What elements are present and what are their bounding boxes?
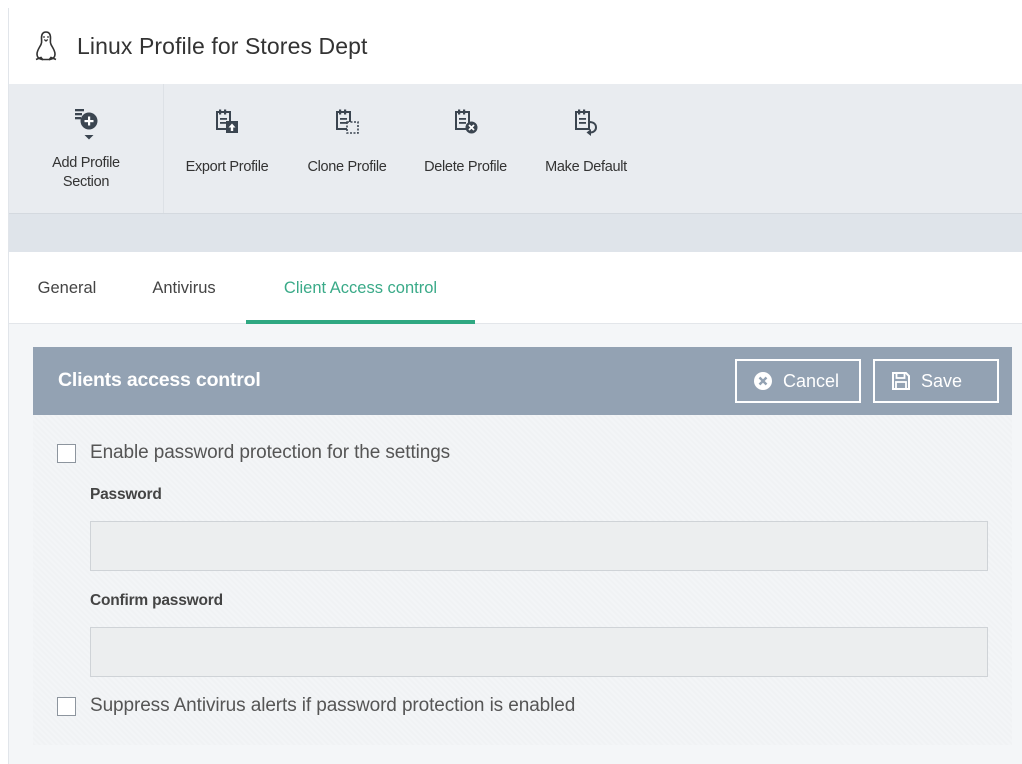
enable-password-checkbox-row[interactable]: Enable password protection for the setti… <box>57 442 450 464</box>
make-default-label: Make Default <box>545 159 627 175</box>
make-default-button[interactable]: Make Default <box>527 84 645 213</box>
cancel-label: Cancel <box>783 370 840 391</box>
suppress-alerts-label: Suppress Antivirus alerts if password pr… <box>90 695 576 716</box>
profile-window: Linux Profile for Stores Dept Add Profil… <box>8 8 1022 764</box>
suppress-alerts-checkbox-row[interactable]: Suppress Antivirus alerts if password pr… <box>57 695 575 717</box>
linux-tux-icon <box>35 31 57 61</box>
confirm-password-field[interactable] <box>90 627 988 677</box>
cancel-icon <box>754 372 772 390</box>
confirm-password-label: Confirm password <box>90 592 223 609</box>
tab-client-access-control-label: Client Access control <box>283 278 438 297</box>
save-label: Save <box>921 370 963 391</box>
export-profile-button[interactable]: Export Profile <box>164 84 290 213</box>
add-profile-section-label: Add Profile Section <box>52 155 120 190</box>
delete-profile-button[interactable]: Delete Profile <box>404 84 527 213</box>
clients-access-control-panel: Clients access control Cancel Save Enabl… <box>33 347 1012 745</box>
suppress-alerts-checkbox[interactable] <box>57 696 76 716</box>
active-tab-indicator <box>246 320 475 324</box>
panel-title: Clients access control <box>58 369 261 391</box>
clone-profile-label: Clone Profile <box>307 159 387 175</box>
tab-client-access-control[interactable]: Client Access control <box>246 252 475 324</box>
tab-general-label: General <box>37 278 97 297</box>
toolbar-divider-strip <box>9 214 1022 252</box>
export-profile-icon <box>216 109 238 133</box>
tab-general[interactable]: General <box>17 252 117 324</box>
profile-tabs: General Antivirus Client Access control <box>9 252 1022 324</box>
password-label: Password <box>90 486 162 503</box>
export-profile-label: Export Profile <box>185 159 269 175</box>
password-field[interactable] <box>90 521 988 571</box>
add-profile-section-button[interactable]: Add Profile Section <box>9 84 164 213</box>
save-button[interactable]: Save <box>873 359 999 403</box>
tab-antivirus[interactable]: Antivirus <box>133 252 235 324</box>
page-title: Linux Profile for Stores Dept <box>77 32 368 59</box>
make-default-icon <box>575 109 598 136</box>
floppy-disk-icon <box>892 372 910 390</box>
profile-toolbar: Add Profile Section Export Profile Clone… <box>9 84 1022 214</box>
clone-profile-icon <box>336 109 359 134</box>
enable-password-checkbox[interactable] <box>57 443 76 463</box>
tab-antivirus-label: Antivirus <box>152 278 216 297</box>
delete-profile-icon <box>454 109 477 134</box>
enable-password-label: Enable password protection for the setti… <box>90 442 451 463</box>
title-bar: Linux Profile for Stores Dept <box>9 8 1022 84</box>
clone-profile-button[interactable]: Clone Profile <box>290 84 404 213</box>
delete-profile-label: Delete Profile <box>424 159 507 175</box>
add-section-icon <box>75 109 98 140</box>
cancel-button[interactable]: Cancel <box>735 359 861 403</box>
panel-header: Clients access control Cancel Save <box>33 347 1012 415</box>
